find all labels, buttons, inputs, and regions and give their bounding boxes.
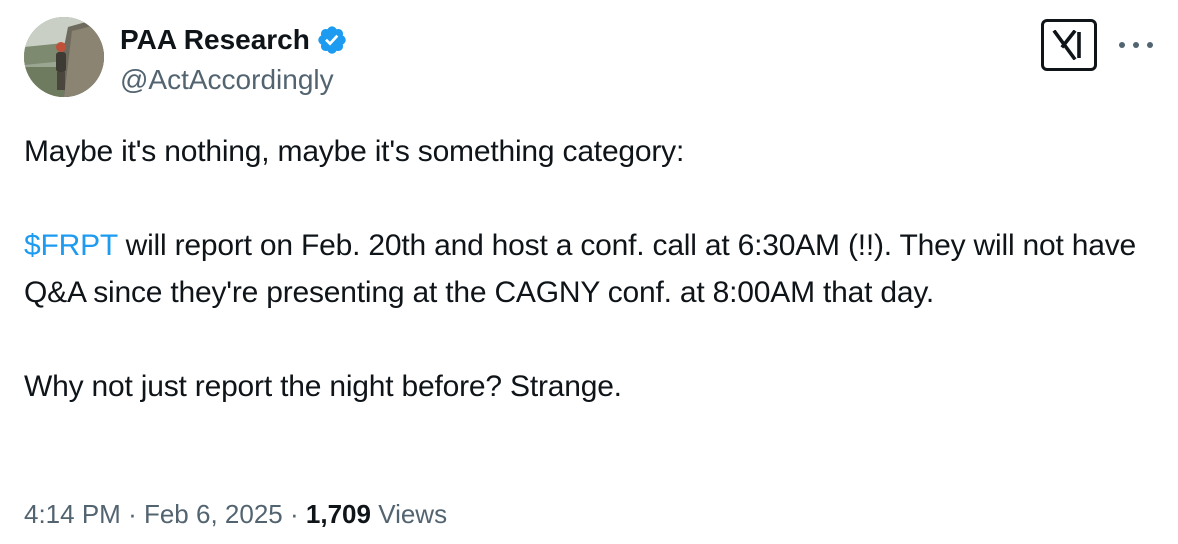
tweet-date[interactable]: Feb 6, 2025: [144, 499, 283, 529]
author-name[interactable]: PAA Research: [120, 22, 310, 58]
tweet-time[interactable]: 4:14 PM: [24, 499, 121, 529]
x-logo-icon[interactable]: [1041, 19, 1097, 71]
avatar-image: [24, 17, 104, 97]
tweet-paragraph-3: Why not just report the night before? St…: [24, 370, 622, 403]
tweet-paragraph-2: $FRPT will report on Feb. 20th and host …: [24, 222, 1154, 316]
verified-badge-icon[interactable]: [316, 24, 348, 56]
tweet-meta: 4:14 PM · Feb 6, 2025 · 1,709 Views: [24, 496, 447, 532]
author-handle[interactable]: @ActAccordingly: [120, 62, 334, 98]
views-label: Views: [378, 499, 448, 529]
meta-separator: ·: [289, 499, 299, 529]
cashtag-link[interactable]: $FRPT: [24, 229, 118, 262]
tweet-line-1: Maybe it's nothing, maybe it's something…: [24, 135, 685, 168]
author-name-row: PAA Research: [120, 22, 348, 58]
meta-separator: ·: [128, 499, 137, 529]
tweet-body: Maybe it's nothing, maybe it's something…: [24, 128, 1154, 410]
views-count: 1,709: [305, 499, 371, 529]
more-dot: [1119, 42, 1125, 48]
more-dot: [1147, 42, 1153, 48]
tweet-paragraph-2-text: will report on Feb. 20th and host a conf…: [24, 229, 1137, 309]
avatar[interactable]: [24, 17, 104, 97]
more-options-icon[interactable]: [1119, 42, 1153, 52]
more-dot: [1133, 42, 1139, 48]
